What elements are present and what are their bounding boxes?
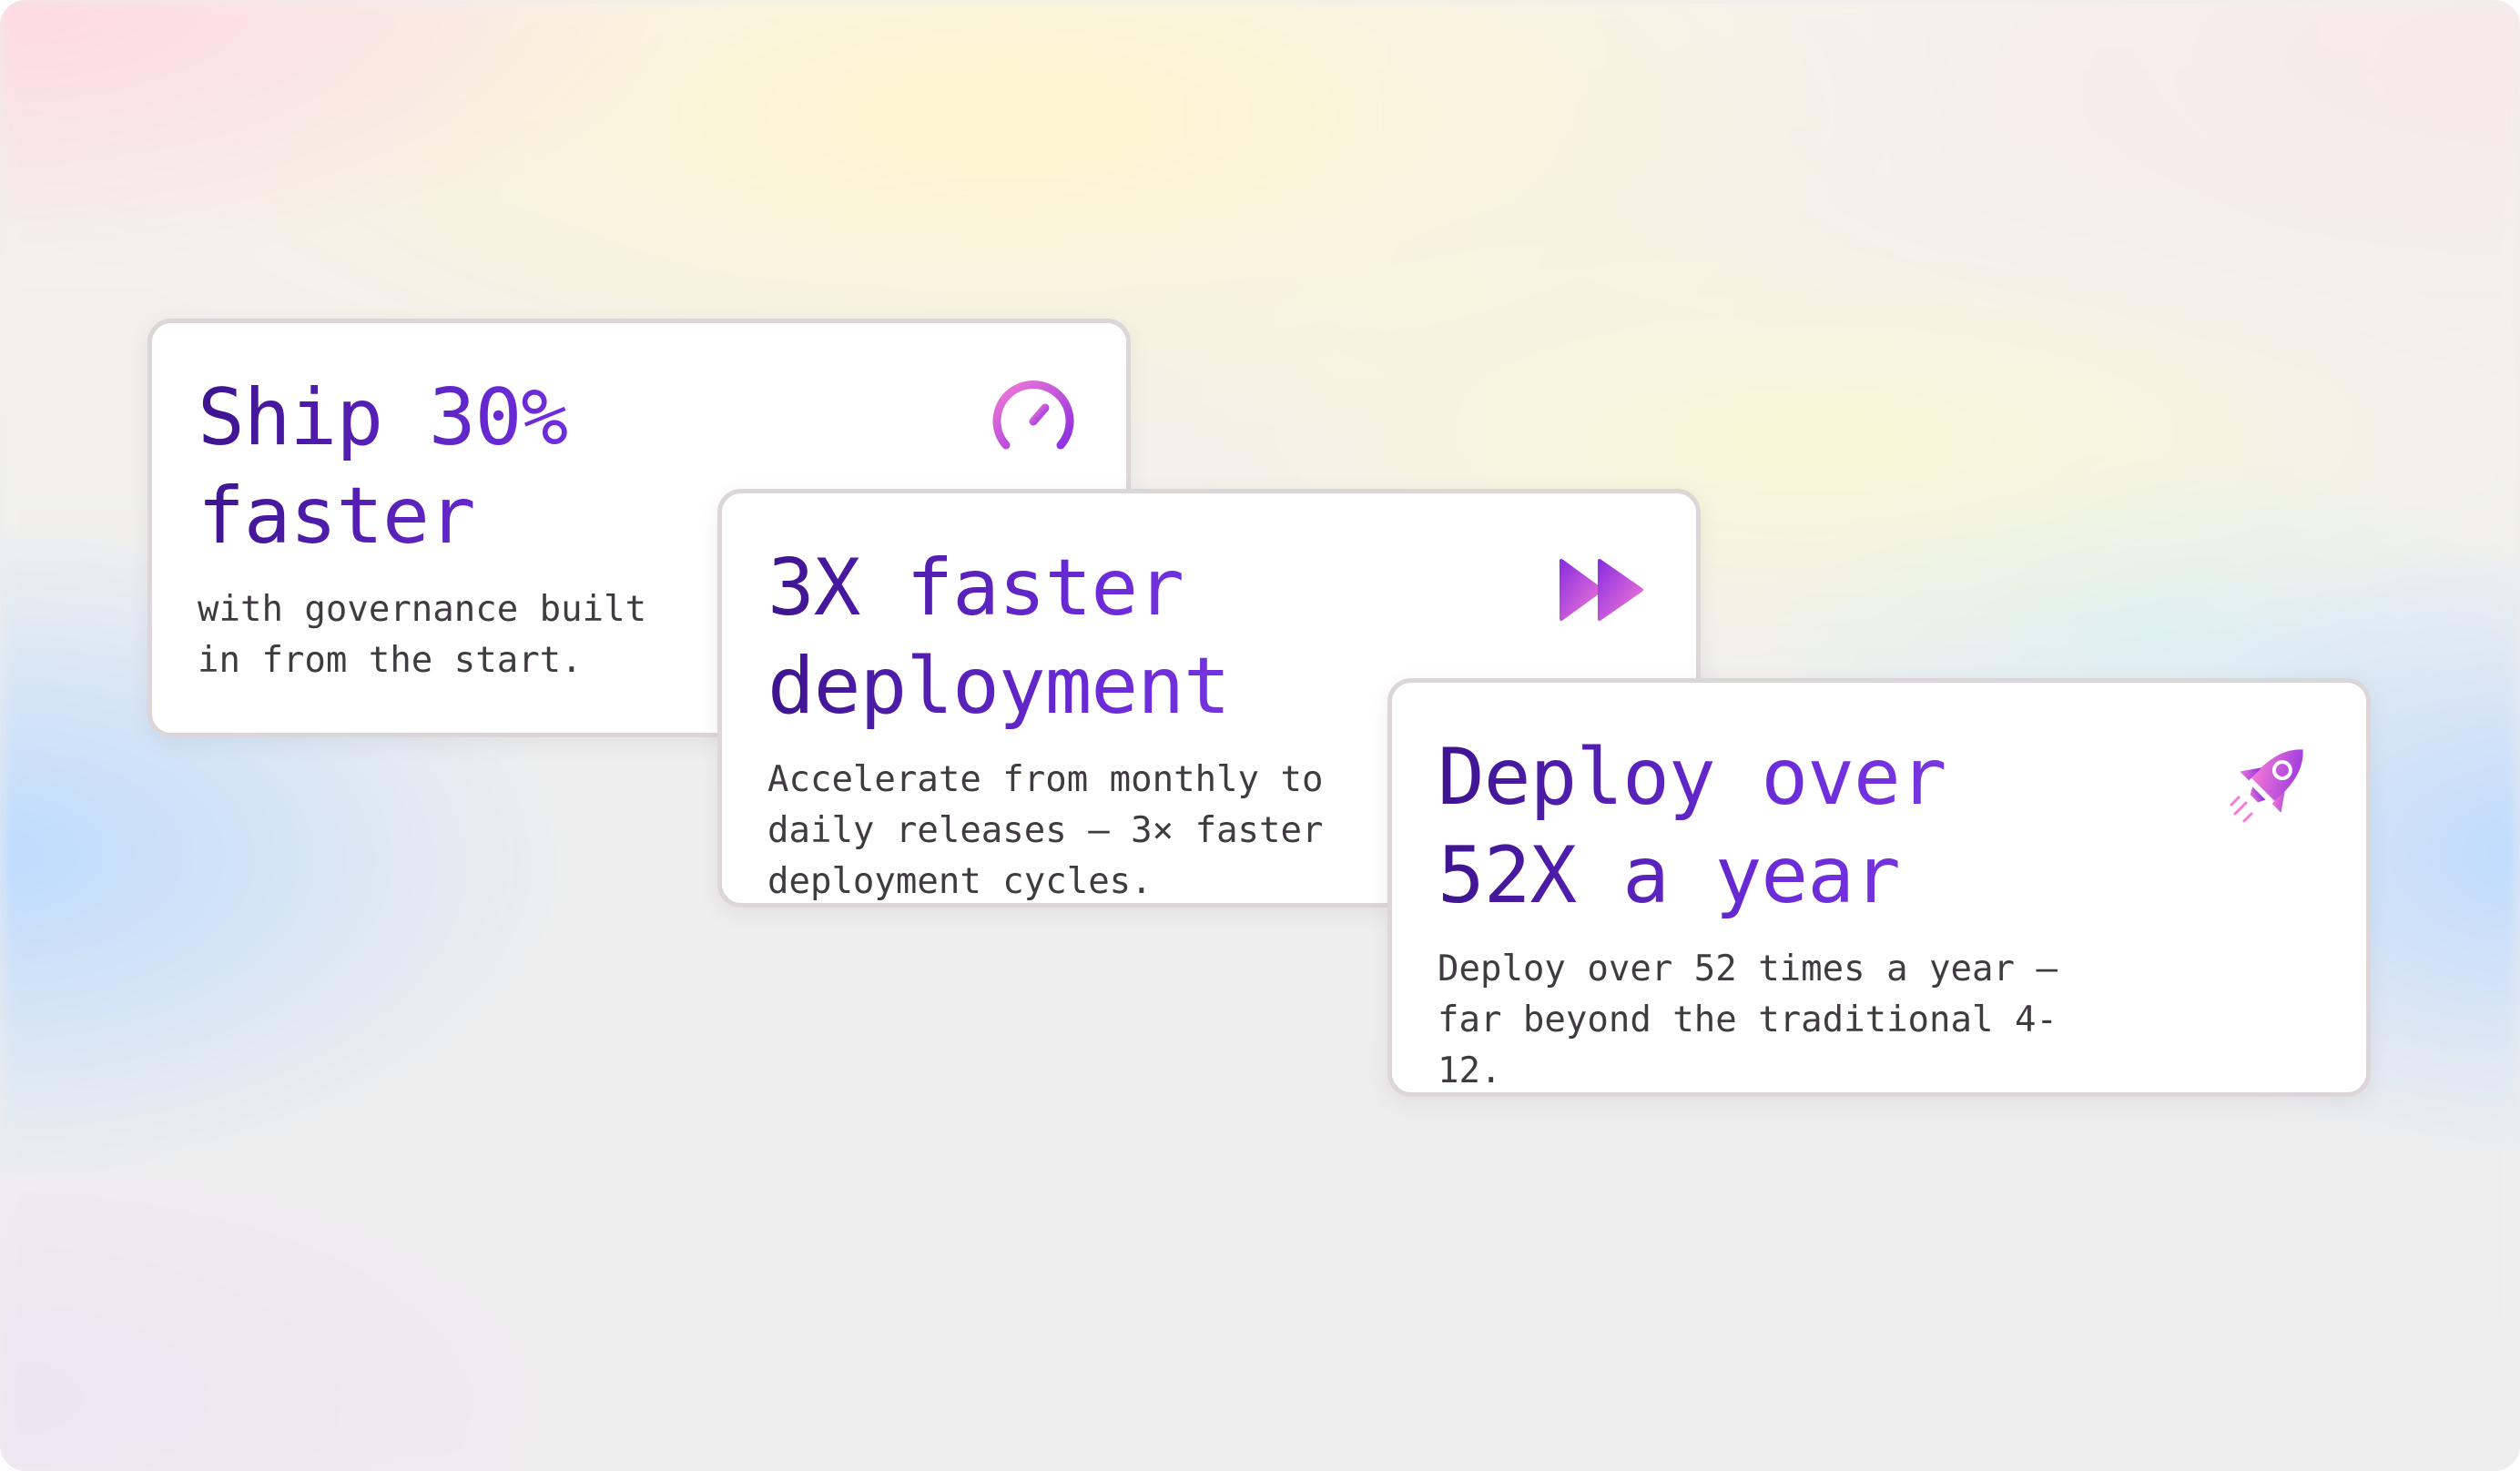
card-title: 3X faster deployment <box>767 539 1368 736</box>
card-title: Ship 30% faster <box>198 369 798 565</box>
card-title: Deploy over 52X a year <box>1438 728 2038 925</box>
rocket-icon <box>2228 734 2319 825</box>
card-description: Accelerate from monthly to daily release… <box>767 759 1324 902</box>
fast-forward-icon <box>1558 544 1649 635</box>
stat-card-deploy-frequency: Deploy over 52X a year Deploy over 52 ti… <box>1387 678 2371 1097</box>
card-description: Deploy over 52 times a year — far beyond… <box>1438 949 2058 1091</box>
canvas: Ship 30% faster with governance built in… <box>0 0 2520 1471</box>
speedometer-icon <box>988 374 1079 465</box>
